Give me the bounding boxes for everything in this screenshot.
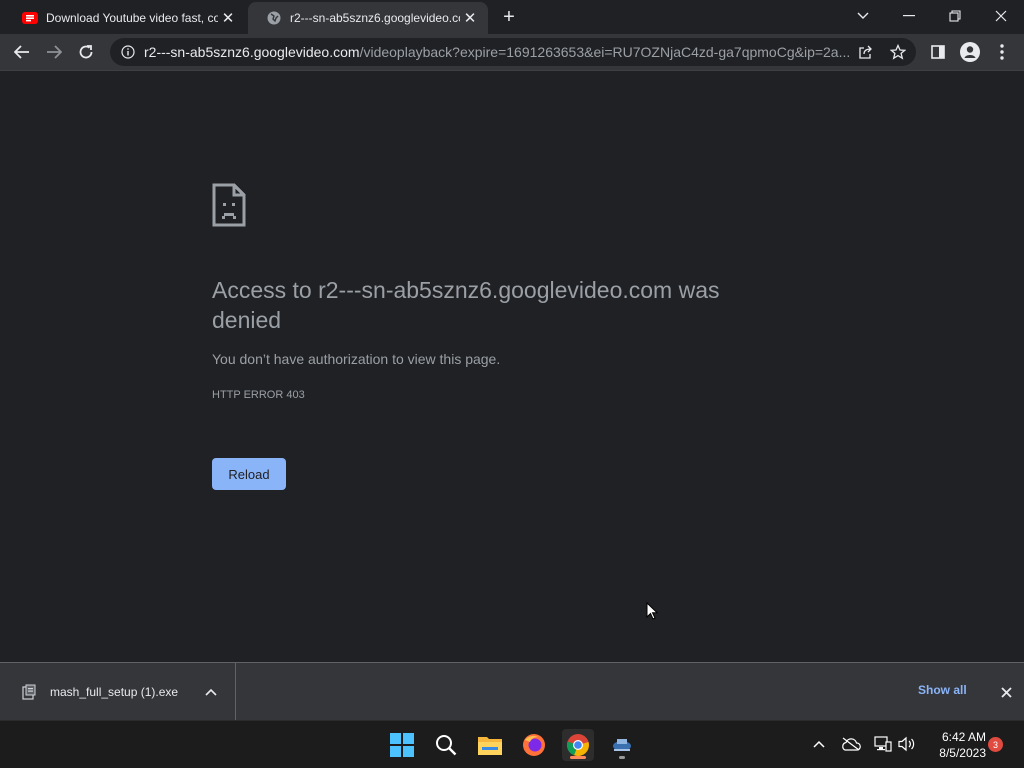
restore-icon[interactable] [932, 0, 978, 32]
tab-search-icon[interactable] [840, 0, 886, 32]
download-bar: mash_full_setup (1).exe Show all [0, 662, 1024, 721]
network-icon[interactable] [872, 733, 894, 755]
error-title: Access to r2---sn-ab5sznz6.googlevideo.c… [212, 277, 720, 333]
clock-date: 8/5/2023 [939, 746, 986, 760]
windows-start-icon[interactable] [386, 729, 418, 761]
bookmark-star-icon[interactable] [888, 42, 908, 62]
page-content: Access to r2---sn-ab5sznz6.googlevideo.c… [0, 71, 1024, 662]
chevron-up-icon[interactable] [201, 682, 221, 702]
minimize-icon[interactable] [886, 0, 932, 32]
close-download-bar-icon[interactable] [996, 682, 1016, 702]
url-path: /videoplayback?expire=1691263653&ei=RU7O… [359, 44, 851, 60]
info-icon[interactable] [120, 44, 136, 60]
tab-googlevideo[interactable]: r2---sn-ab5sznz6.googlevideo.co ✕ [248, 2, 488, 34]
close-window-icon[interactable] [978, 0, 1024, 32]
close-tab-icon[interactable]: ✕ [218, 8, 238, 28]
reload-icon[interactable] [72, 38, 100, 66]
installer-file-icon [20, 683, 38, 701]
browser-toolbar: r2---sn-ab5sznz6.googlevideo.com/videopl… [0, 34, 1024, 71]
windows-taskbar: 6:42 AM 8/5/2023 3 [0, 720, 1024, 768]
address-bar[interactable]: r2---sn-ab5sznz6.googlevideo.com/videopl… [110, 38, 916, 66]
chevron-up-icon[interactable] [808, 733, 830, 755]
search-icon[interactable] [430, 729, 462, 761]
youtube-icon [22, 10, 38, 26]
show-all-link[interactable]: Show all [918, 683, 967, 697]
menu-icon[interactable] [988, 38, 1016, 66]
app-icon[interactable] [606, 729, 638, 761]
tab-title: Download Youtube video fast, co [46, 11, 218, 25]
mouse-cursor-icon [646, 601, 659, 625]
error-code: HTTP ERROR 403 [212, 389, 305, 401]
running-app-indicator [619, 756, 625, 759]
side-panel-icon[interactable] [924, 38, 952, 66]
firefox-icon[interactable] [518, 729, 550, 761]
globe-icon [266, 10, 282, 26]
chrome-icon[interactable] [562, 729, 594, 761]
volume-icon[interactable] [896, 733, 918, 755]
sad-document-icon [212, 183, 246, 232]
new-tab-icon[interactable]: + [498, 6, 520, 28]
clock-time: 6:42 AM [941, 730, 986, 744]
tab-title: r2---sn-ab5sznz6.googlevideo.co [290, 11, 460, 25]
back-icon[interactable] [8, 38, 36, 66]
download-item[interactable]: mash_full_setup (1).exe [0, 663, 236, 721]
notification-badge[interactable]: 3 [988, 737, 1003, 752]
tab-youtube-download[interactable]: Download Youtube video fast, co ✕ [4, 2, 246, 34]
reload-button[interactable]: Reload [212, 458, 286, 490]
url-text: r2---sn-ab5sznz6.googlevideo.com/videopl… [144, 44, 856, 60]
download-filename: mash_full_setup (1).exe [50, 685, 179, 699]
active-app-indicator [570, 756, 586, 759]
error-description: You don’t have authorization to view thi… [212, 351, 501, 367]
system-clock[interactable]: 6:42 AM 8/5/2023 [928, 729, 986, 761]
tab-strip: Download Youtube video fast, co ✕ r2---s… [0, 0, 1024, 34]
file-explorer-icon[interactable] [474, 729, 506, 761]
url-host: r2---sn-ab5sznz6.googlevideo.com [144, 44, 360, 60]
forward-icon[interactable] [40, 38, 68, 66]
onedrive-offline-icon[interactable] [840, 733, 862, 755]
profile-icon[interactable] [956, 38, 984, 66]
close-tab-icon[interactable]: ✕ [460, 8, 480, 28]
share-icon[interactable] [856, 42, 876, 62]
